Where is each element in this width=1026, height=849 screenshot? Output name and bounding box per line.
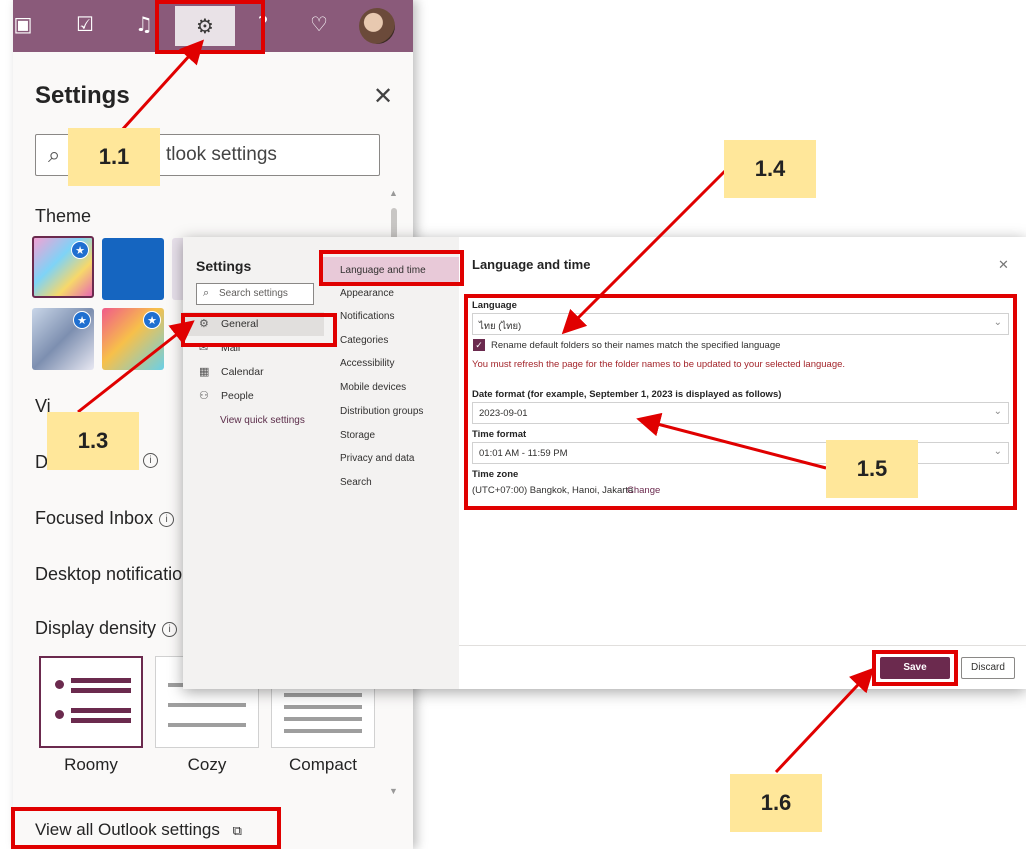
view-quick-settings-link[interactable]: View quick settings xyxy=(220,415,305,426)
quick-settings-title: Settings xyxy=(35,82,130,109)
nav-calendar-label: Calendar xyxy=(221,366,264,378)
density-bar xyxy=(284,705,362,709)
density-roomy-card[interactable] xyxy=(39,656,143,748)
scroll-up-icon[interactable]: ▲ xyxy=(389,188,398,198)
onenote-icon[interactable]: ▣ xyxy=(13,10,37,38)
density-bar xyxy=(71,718,131,723)
density-bar xyxy=(168,703,246,707)
highlight-language-options xyxy=(464,294,1017,510)
density-bar xyxy=(284,693,362,697)
highlight-settings-gear xyxy=(155,0,265,54)
theme-swatch[interactable]: ★ xyxy=(102,308,164,370)
people-icon: ⚇ xyxy=(199,389,209,402)
theme-heading: Theme xyxy=(35,206,92,226)
step-label-1-3: 1.3 xyxy=(47,412,139,470)
nav-appearance[interactable]: Appearance xyxy=(340,288,394,299)
lightbulb-icon[interactable]: ♡ xyxy=(305,10,333,38)
step-label-1-1: 1.1 xyxy=(68,128,160,186)
nav-mobile-devices[interactable]: Mobile devices xyxy=(340,382,406,393)
bell-icon[interactable]: ♫ xyxy=(130,10,158,38)
close-icon[interactable]: ✕ xyxy=(998,257,1009,273)
density-bar xyxy=(71,688,131,693)
step-label-1-5: 1.5 xyxy=(826,440,918,498)
search-placeholder: tlook settings xyxy=(166,144,277,165)
density-roomy-label: Roomy xyxy=(64,755,118,774)
density-bar xyxy=(168,723,246,727)
nav-distribution-groups[interactable]: Distribution groups xyxy=(340,406,423,417)
nav-calendar[interactable]: ▦ Calendar xyxy=(183,360,324,384)
density-compact-label: Compact xyxy=(288,755,358,774)
search-icon: ⌕ xyxy=(48,143,61,168)
nav-storage[interactable]: Storage xyxy=(340,430,375,441)
theme-swatch[interactable]: ★ xyxy=(32,308,94,370)
highlight-language-and-time xyxy=(319,250,464,286)
step-label-1-6: 1.6 xyxy=(730,774,822,832)
density-bar xyxy=(284,729,362,733)
discard-button[interactable]: Discard xyxy=(961,657,1015,679)
avatar[interactable] xyxy=(359,8,395,44)
density-bar xyxy=(71,708,131,713)
highlight-view-all-settings xyxy=(11,807,281,849)
star-icon: ★ xyxy=(71,241,89,259)
panel-title: Language and time xyxy=(472,257,591,272)
display-density-row: Display density i xyxy=(35,618,178,639)
tasks-icon[interactable]: ☑ xyxy=(71,10,99,38)
calendar-icon: ▦ xyxy=(199,365,210,378)
nav-notifications[interactable]: Notifications xyxy=(340,311,394,322)
density-dot xyxy=(55,680,64,689)
settings-search-placeholder: Search settings xyxy=(219,288,288,299)
highlight-save xyxy=(872,650,958,686)
footer-divider xyxy=(459,645,1026,646)
nav-privacy-and-data[interactable]: Privacy and data xyxy=(340,453,415,464)
density-bar xyxy=(284,717,362,721)
screenshot-root: ▣ ☑ ♫ ⚙ ? ♡ Settings ✕ ⌕ tlook settings … xyxy=(0,0,1026,849)
density-dot xyxy=(55,710,64,719)
star-icon: ★ xyxy=(73,311,91,329)
dialog-title: Settings xyxy=(196,258,252,274)
nav-people[interactable]: ⚇ People xyxy=(183,384,324,408)
focused-inbox-label: Focused Inbox xyxy=(35,508,154,528)
nav-people-label: People xyxy=(221,390,254,402)
theme-swatch[interactable]: ★ xyxy=(32,236,94,298)
desktop-notifications-label: Desktop notificatio xyxy=(35,564,183,584)
step-label-1-4: 1.4 xyxy=(724,140,816,198)
nav-categories[interactable]: Categories xyxy=(340,335,388,346)
star-icon: ★ xyxy=(143,311,161,329)
density-bar xyxy=(71,678,131,683)
display-density-label: Display density xyxy=(35,618,157,638)
focused-inbox-row: Focused Inbox i xyxy=(35,508,175,529)
density-cozy-label: Cozy xyxy=(187,755,227,774)
close-icon[interactable]: ✕ xyxy=(373,82,393,111)
scroll-down-icon[interactable]: ▼ xyxy=(389,786,398,796)
nav-search[interactable]: Search xyxy=(340,477,372,488)
highlight-general xyxy=(181,313,337,347)
settings-category-nav: Settings ⌕ Search settings ⚙ General ✉ M… xyxy=(183,237,324,689)
info-icon[interactable]: i xyxy=(159,511,175,527)
info-icon[interactable]: i xyxy=(143,453,158,468)
theme-swatch[interactable] xyxy=(102,238,164,300)
settings-search-input[interactable]: ⌕ Search settings xyxy=(196,283,314,305)
nav-accessibility[interactable]: Accessibility xyxy=(340,358,394,369)
search-icon: ⌕ xyxy=(203,286,210,299)
info-icon[interactable]: i xyxy=(162,621,178,637)
